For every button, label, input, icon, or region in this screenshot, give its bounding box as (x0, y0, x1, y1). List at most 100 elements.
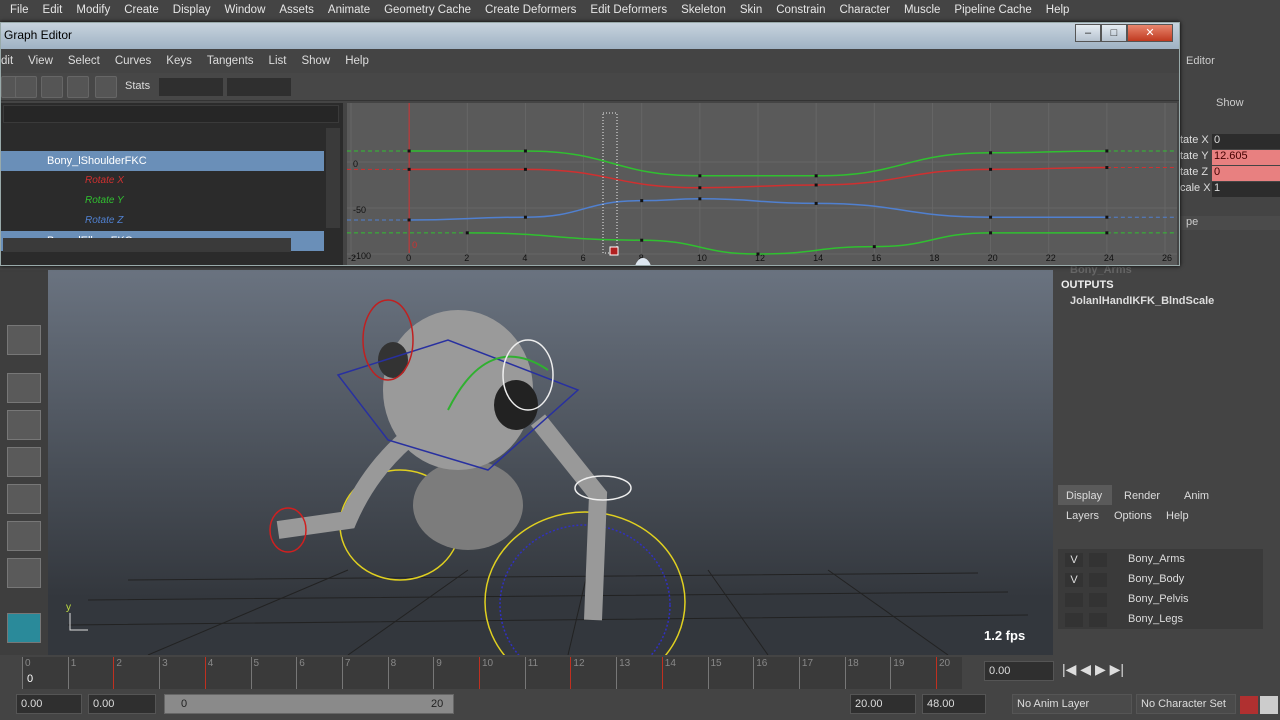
menu-edit[interactable]: Edit (43, 4, 63, 16)
outliner-vscrollbar[interactable] (326, 128, 340, 228)
character-set-dropdown[interactable]: No Character Set (1136, 694, 1236, 714)
menu-edit-deformers[interactable]: Edit Deformers (590, 4, 667, 16)
3d-viewport[interactable]: y 1.2 fps (48, 270, 1053, 655)
keyframe[interactable] (698, 197, 702, 201)
keyframe[interactable] (989, 231, 993, 235)
layer-visibility-toggle[interactable] (1064, 612, 1084, 628)
layout-graph2-icon[interactable] (7, 558, 41, 588)
cylinder-tool-icon[interactable] (7, 325, 41, 355)
menu-display[interactable]: Display (173, 4, 211, 16)
post-infinity-cycle-icon[interactable] (840, 76, 862, 98)
keyframe[interactable] (814, 174, 818, 178)
oscillate-icon[interactable] (898, 76, 920, 98)
spreadsheet-icon[interactable] (1010, 76, 1032, 98)
layout-single-icon[interactable] (7, 373, 41, 403)
clamped-tangent-icon[interactable] (442, 76, 464, 98)
pre-infinity-icon[interactable] (925, 76, 947, 98)
ge-menu-view[interactable]: View (28, 55, 53, 67)
keyframe[interactable] (989, 215, 993, 219)
stats-field-value[interactable] (227, 78, 291, 96)
layout-four-icon[interactable] (7, 410, 41, 440)
tab-render[interactable]: Render (1124, 490, 1160, 502)
linear-tangent-icon[interactable] (473, 76, 495, 98)
channel-value[interactable]: 0 (1212, 134, 1280, 149)
outliner-channel[interactable]: Rotate X (1, 171, 324, 191)
outliner-filter-field[interactable] (3, 105, 339, 123)
auto-tangent-icon[interactable] (388, 76, 410, 98)
keyframe[interactable] (1105, 215, 1109, 219)
ge-menu-tangents[interactable]: Tangents (207, 55, 254, 67)
keyframe[interactable] (407, 218, 411, 222)
buffer-curve-icon[interactable] (697, 76, 719, 98)
frame-playback-icon[interactable] (330, 76, 352, 98)
outliner-channel[interactable]: Rotate Y (1, 191, 324, 211)
ge-menu-dit[interactable]: dit (1, 55, 13, 67)
menu-skin[interactable]: Skin (740, 4, 762, 16)
start-time-field[interactable]: 0.00 (16, 694, 82, 714)
playback-start-field[interactable]: 0.00 (88, 694, 156, 714)
keyframe[interactable] (465, 231, 469, 235)
layer-type-toggle[interactable] (1088, 572, 1108, 588)
minimize-button[interactable]: – (1075, 24, 1101, 42)
ge-menu-select[interactable]: Select (68, 55, 100, 67)
keyframe[interactable] (523, 149, 527, 153)
keyframe[interactable] (407, 149, 411, 153)
outliner-channel[interactable]: Rotate Z (1, 211, 324, 231)
keyframe[interactable] (407, 167, 411, 171)
region-select-icon[interactable] (67, 76, 89, 98)
free-weight-icon[interactable] (643, 76, 665, 98)
post-infinity-icon[interactable] (952, 76, 974, 98)
keyframe[interactable] (640, 238, 644, 242)
auto-key-icon[interactable] (1240, 696, 1258, 714)
menu-character[interactable]: Character (839, 4, 890, 16)
selected-keyframe[interactable] (609, 246, 619, 256)
current-time-field[interactable]: 0.00 (984, 661, 1054, 681)
show-menu[interactable]: Show (1216, 97, 1244, 109)
menu-modify[interactable]: Modify (76, 4, 110, 16)
anim-layer-dropdown[interactable]: No Anim Layer (1012, 694, 1132, 714)
layer-visibility-toggle[interactable]: V (1064, 552, 1084, 568)
outputs-item[interactable]: JolanlHandIKFK_BlndScale (1070, 295, 1214, 307)
stats-field-time[interactable] (159, 78, 223, 96)
menu-animate[interactable]: Animate (328, 4, 370, 16)
playback-end-field[interactable]: 20.00 (850, 694, 916, 714)
menu-create-deformers[interactable]: Create Deformers (485, 4, 576, 16)
layers-menu[interactable]: Layers (1066, 510, 1099, 522)
layer-type-toggle[interactable] (1088, 612, 1108, 628)
keyframe[interactable] (989, 167, 993, 171)
center-current-icon[interactable] (357, 76, 379, 98)
channel-value[interactable]: 12.605 (1212, 150, 1280, 165)
break-tangent-icon[interactable] (585, 76, 607, 98)
preferences-icon[interactable] (1260, 696, 1278, 714)
menu-file[interactable]: File (10, 4, 29, 16)
keyframe[interactable] (1105, 166, 1109, 170)
ge-menu-curves[interactable]: Curves (115, 55, 151, 67)
menu-assets[interactable]: Assets (279, 4, 314, 16)
plateau-tangent-icon[interactable] (558, 76, 580, 98)
layer-row[interactable]: V Bony_Body (1062, 571, 1262, 589)
end-time-field[interactable]: 48.00 (922, 694, 986, 714)
step-tangent-icon[interactable] (527, 76, 549, 98)
anim-curve[interactable] (467, 232, 1107, 255)
ge-menu-keys[interactable]: Keys (166, 55, 192, 67)
options-menu[interactable]: Options (1114, 510, 1152, 522)
keyframe[interactable] (698, 174, 702, 178)
insert-key-icon[interactable] (15, 76, 37, 98)
ge-menu-show[interactable]: Show (301, 55, 330, 67)
spline-tangent-icon[interactable] (415, 76, 437, 98)
layer-row[interactable]: Bony_Pelvis (1062, 591, 1262, 609)
tab-anim[interactable]: Anim (1184, 490, 1209, 502)
keyframe[interactable] (872, 245, 876, 249)
outliner-hscrollbar[interactable] (3, 238, 291, 252)
keyframe[interactable] (1105, 149, 1109, 153)
keyframe[interactable] (640, 199, 644, 203)
close-button[interactable]: ✕ (1127, 24, 1173, 42)
open-dope-sheet-icon[interactable] (1037, 76, 1059, 98)
menu-muscle[interactable]: Muscle (904, 4, 940, 16)
keyframe[interactable] (523, 167, 527, 171)
pre-infinity-cycle-icon[interactable] (813, 76, 835, 98)
layer-type-toggle[interactable] (1088, 592, 1108, 608)
time-slider[interactable]: 0 1 2 3 4 5 6 7 8 9 10 11 12 13 14 15 16 17 18 19 20 0 0.00 |… (0, 655, 1280, 691)
channel-value[interactable]: 0 (1212, 166, 1280, 181)
cycle-offset-icon[interactable] (867, 76, 889, 98)
